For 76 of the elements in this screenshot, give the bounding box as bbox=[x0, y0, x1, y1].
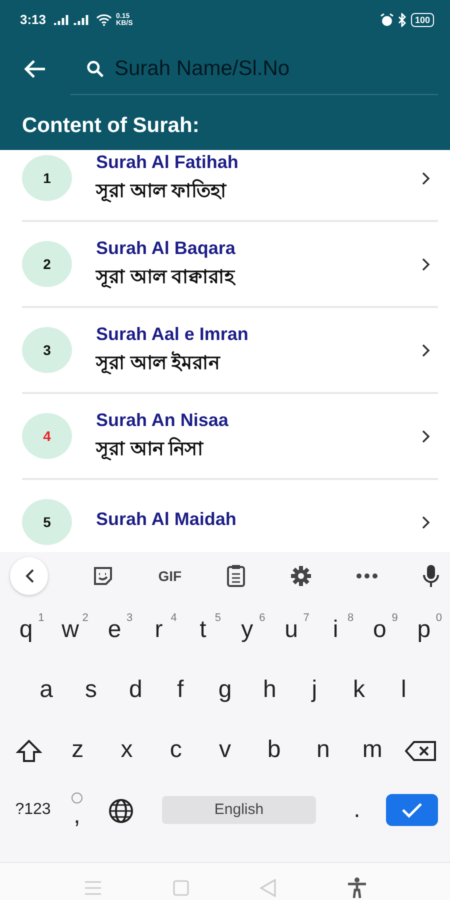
surah-number: 2 bbox=[43, 254, 51, 274]
surah-name: Surah Aal e Imran bbox=[96, 323, 250, 345]
chevron-right-icon bbox=[422, 172, 430, 184]
comma-key[interactable]: , bbox=[62, 780, 92, 840]
enter-key[interactable] bbox=[386, 794, 438, 826]
key[interactable]: s bbox=[68, 660, 114, 720]
accessibility-icon[interactable] bbox=[346, 876, 366, 898]
key[interactable]: c bbox=[151, 720, 200, 780]
key[interactable]: l bbox=[381, 660, 426, 720]
surah-bengali-name: সূরা আল ইমরান bbox=[96, 351, 222, 376]
alarm-icon bbox=[380, 13, 394, 27]
chevron-right-icon bbox=[422, 258, 430, 270]
key[interactable]: q 1 bbox=[4, 600, 48, 660]
key[interactable]: o 9 bbox=[358, 600, 402, 660]
key[interactable]: t 5 bbox=[180, 600, 226, 660]
collapse-toolbar-button[interactable] bbox=[10, 557, 48, 595]
surah-bengali-name: সূরা আন নিসা bbox=[96, 437, 205, 462]
emoji-icon bbox=[71, 792, 83, 804]
key[interactable]: d bbox=[113, 660, 158, 720]
key[interactable]: i 8 bbox=[313, 600, 358, 660]
key[interactable]: a bbox=[24, 660, 69, 720]
sticker-icon[interactable] bbox=[92, 565, 114, 587]
search-icon bbox=[86, 58, 104, 78]
surah-number: 1 bbox=[43, 168, 51, 188]
chevron-left-icon bbox=[24, 569, 34, 583]
key[interactable]: v bbox=[200, 720, 250, 780]
wifi-icon bbox=[96, 14, 112, 26]
battery-icon: 100 bbox=[410, 13, 434, 27]
surah-list-item[interactable]: 1 Surah Al Fatihah সূরা আল ফাতিহা bbox=[22, 150, 438, 222]
clipboard-icon[interactable] bbox=[226, 564, 246, 588]
chevron-right-icon bbox=[422, 516, 430, 528]
key[interactable]: h bbox=[247, 660, 292, 720]
checkmark-icon bbox=[401, 802, 423, 818]
surah-number: 4 bbox=[43, 426, 51, 446]
status-time: 3:13 bbox=[20, 11, 46, 30]
key[interactable]: r 4 bbox=[136, 600, 181, 660]
settings-icon[interactable] bbox=[290, 565, 312, 587]
surah-bengali-name: সূরা আল বাক্বারাহ bbox=[96, 266, 237, 290]
surah-bengali-name: সূরা আল ফাতিহা bbox=[96, 179, 228, 204]
key[interactable]: x bbox=[102, 720, 152, 780]
surah-list-item[interactable]: 3 Surah Aal e Imran সূরা আল ইমরান bbox=[22, 308, 438, 394]
shift-icon bbox=[16, 738, 42, 763]
chevron-right-icon bbox=[422, 430, 430, 442]
bluetooth-icon bbox=[398, 13, 407, 27]
key[interactable]: y 6 bbox=[225, 600, 270, 660]
key[interactable]: p 0 bbox=[402, 600, 446, 660]
key[interactable]: u 7 bbox=[269, 600, 314, 660]
surah-name: Surah An Nisaa bbox=[96, 409, 230, 431]
key[interactable]: k bbox=[336, 660, 382, 720]
microphone-icon[interactable] bbox=[422, 564, 440, 588]
surah-number: 3 bbox=[43, 340, 51, 360]
backspace-icon bbox=[405, 740, 438, 762]
key[interactable]: f bbox=[158, 660, 203, 720]
chevron-right-icon bbox=[422, 344, 430, 356]
globe-icon bbox=[108, 798, 134, 824]
period-key[interactable]: . bbox=[328, 780, 386, 840]
back-arrow-icon[interactable] bbox=[24, 59, 46, 79]
surah-name: Surah Al Maidah bbox=[96, 508, 238, 530]
surah-number: 5 bbox=[43, 512, 51, 532]
key[interactable]: e 3 bbox=[92, 600, 137, 660]
surah-list-item[interactable]: 2 Surah Al Baqara সূরা আল বাক্বারাহ bbox=[22, 222, 438, 308]
search-field[interactable]: Surah Name/Sl.No bbox=[112, 52, 438, 86]
symbols-key[interactable]: ?123 bbox=[4, 780, 62, 840]
key[interactable]: j bbox=[292, 660, 337, 720]
key[interactable]: n bbox=[298, 720, 348, 780]
key[interactable]: g bbox=[202, 660, 248, 720]
key[interactable]: b bbox=[250, 720, 299, 780]
key[interactable]: m bbox=[348, 720, 397, 780]
gif-button[interactable]: GIF bbox=[158, 566, 182, 586]
space-key[interactable]: English bbox=[162, 796, 316, 824]
key[interactable]: z bbox=[53, 720, 102, 780]
more-icon[interactable] bbox=[356, 573, 378, 579]
surah-name: Surah Al Fatihah bbox=[96, 151, 240, 173]
surah-list-item[interactable]: 4 Surah An Nisaa সূরা আন নিসা bbox=[22, 394, 438, 480]
surah-name: Surah Al Baqara bbox=[96, 237, 236, 259]
section-title: Content of Surah: bbox=[21, 113, 200, 139]
